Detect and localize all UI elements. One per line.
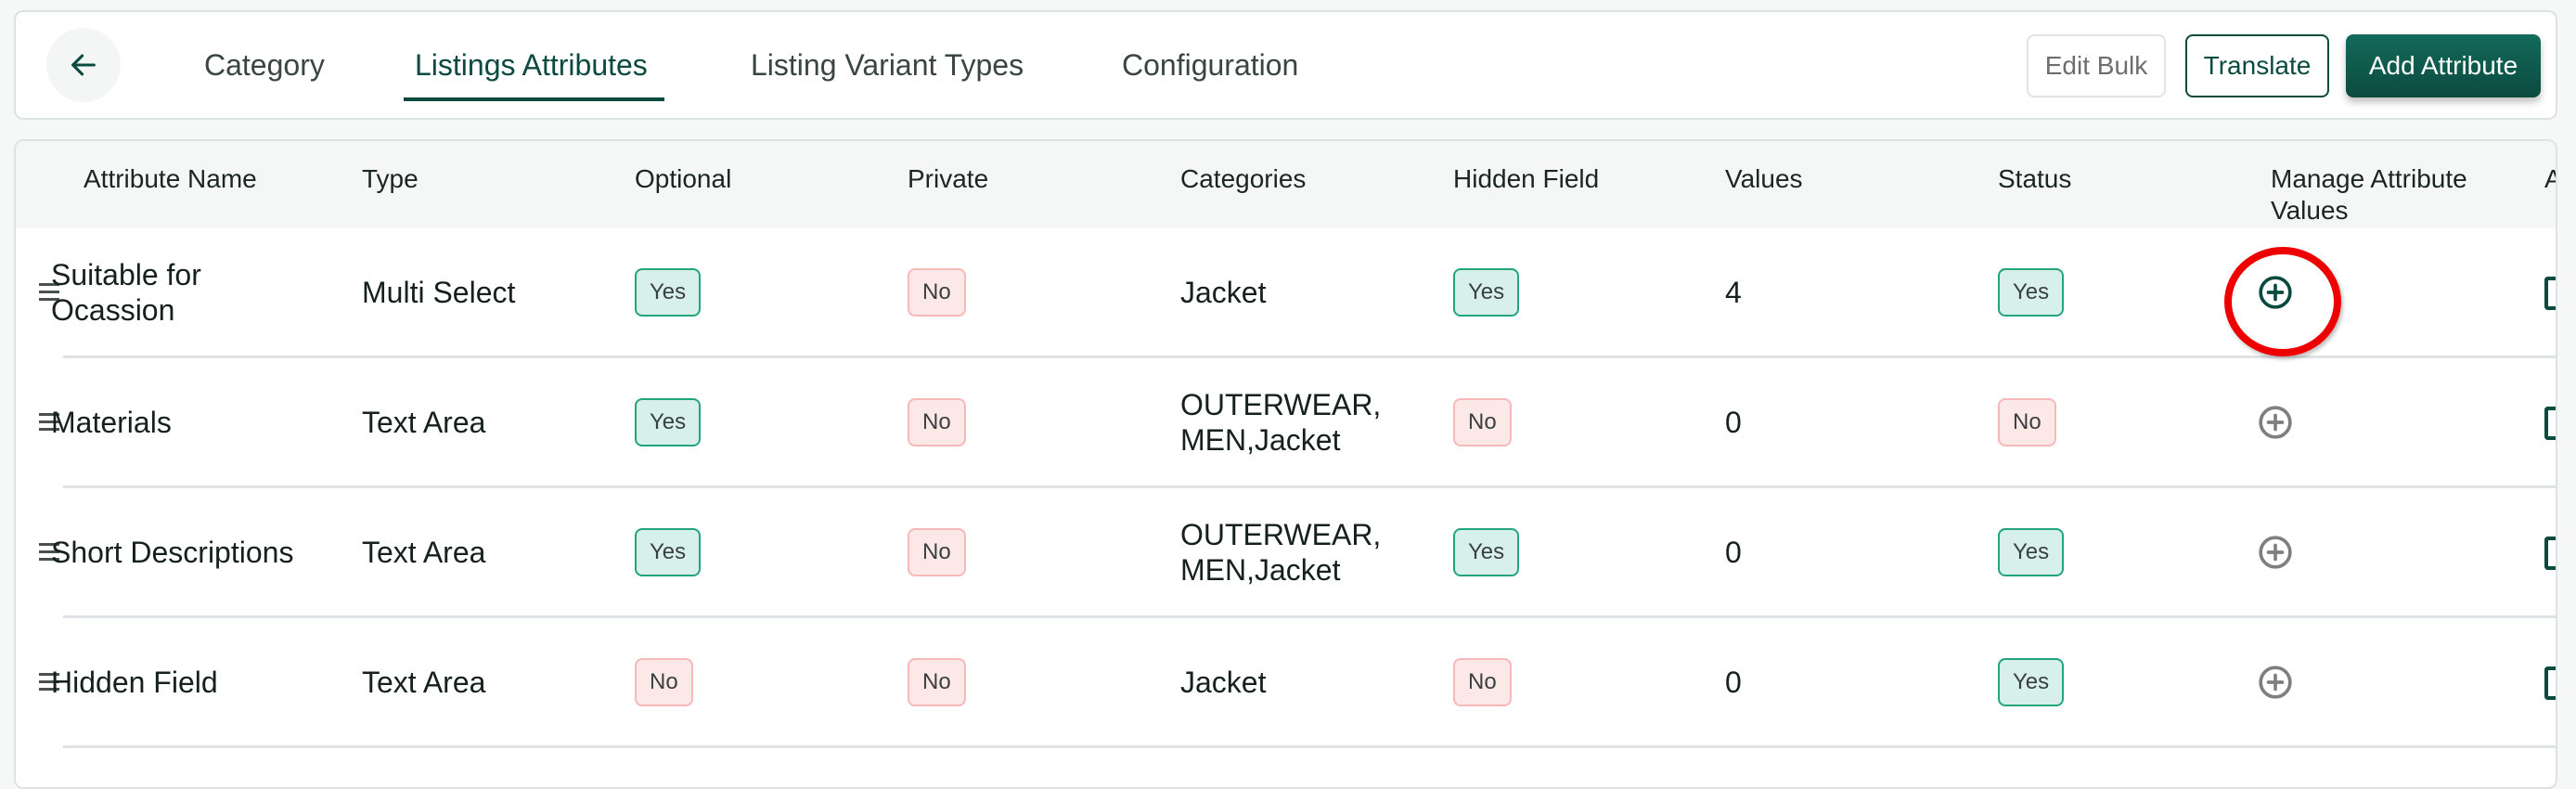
- categories: OUTERWEAR, MEN,Jacket: [1180, 517, 1382, 587]
- status-badge: Yes: [1998, 527, 2065, 576]
- optional-badge: Yes: [635, 397, 702, 446]
- edit-bulk-button[interactable]: Edit Bulk: [2027, 34, 2166, 97]
- optional-badge: No: [635, 657, 693, 706]
- status-badge: Yes: [1998, 267, 2065, 317]
- tab-listing-variant-types[interactable]: Listing Variant Types: [751, 12, 1024, 118]
- status-badge-cell: Yes: [1998, 618, 2065, 745]
- hidden-field-badge-cell: Yes: [1453, 488, 1520, 615]
- active-tab-indicator: [404, 97, 664, 101]
- translate-button[interactable]: Translate: [2185, 34, 2329, 97]
- categories: Jacket: [1180, 665, 1267, 699]
- column-header-categories[interactable]: Categories: [1180, 163, 1306, 195]
- optional-badge: Yes: [635, 267, 702, 317]
- private-badge: No: [908, 397, 966, 446]
- tab-label: Listing Variant Types: [751, 47, 1024, 82]
- column-header-hidden-field[interactable]: Hidden Field: [1453, 163, 1599, 195]
- attribute-name: Materials: [51, 405, 172, 439]
- attribute-name: Short Descriptions: [51, 535, 294, 569]
- hidden-field-badge-cell: No: [1453, 618, 1512, 745]
- private-badge: No: [908, 267, 966, 317]
- optional-badge-cell: Yes: [635, 358, 702, 485]
- categories: OUTERWEAR, MEN,Jacket: [1180, 387, 1382, 457]
- tab-listings-attributes[interactable]: Listings Attributes: [404, 12, 664, 118]
- add-attribute-button[interactable]: Add Attribute: [2346, 34, 2541, 97]
- arrow-left-icon: [71, 54, 96, 76]
- column-header-optional[interactable]: Optional: [635, 163, 731, 195]
- private-badge-cell: No: [908, 358, 966, 485]
- column-header-private[interactable]: Private: [908, 163, 988, 195]
- status-badge-cell: Yes: [1998, 488, 2065, 615]
- hidden-field-badge: Yes: [1453, 527, 1520, 576]
- attributes-table: Attribute Name Type Optional Private Cat…: [14, 139, 2557, 789]
- values-count: 4: [1725, 275, 1742, 309]
- private-badge-cell: No: [908, 618, 966, 745]
- column-header-attribute-name[interactable]: Attribute Name: [84, 163, 257, 195]
- edit-action-icon[interactable]: [2544, 277, 2556, 310]
- hidden-field-badge-cell: Yes: [1453, 228, 1520, 356]
- hidden-field-badge: No: [1453, 657, 1512, 706]
- plus-circle-icon[interactable]: [2257, 404, 2294, 441]
- edit-action-icon[interactable]: [2544, 407, 2556, 440]
- tab-label: Configuration: [1122, 47, 1299, 82]
- plus-circle-icon[interactable]: [2257, 534, 2294, 571]
- private-badge-cell: No: [908, 228, 966, 356]
- optional-badge-cell: No: [635, 618, 693, 745]
- hidden-field-badge: No: [1453, 397, 1512, 446]
- optional-badge: Yes: [635, 527, 702, 576]
- manage-values-cell: [2238, 228, 2312, 356]
- manage-values-cell: [2238, 618, 2312, 745]
- column-header-manage-attribute-values[interactable]: Manage Attribute Values: [2271, 163, 2531, 226]
- private-badge: No: [908, 657, 966, 706]
- attribute-type: Multi Select: [362, 275, 516, 309]
- attribute-type: Text Area: [362, 665, 486, 699]
- hidden-field-badge: Yes: [1453, 267, 1520, 317]
- plus-circle-icon[interactable]: [2257, 274, 2294, 311]
- tab-bar: Category Listings Attributes Listing Var…: [14, 10, 2557, 120]
- table-row: Materials Text Area Yes No OUTERWEAR, ME…: [16, 358, 2556, 488]
- plus-circle-icon[interactable]: [2257, 664, 2294, 701]
- optional-badge-cell: Yes: [635, 488, 702, 615]
- tab-label: Listings Attributes: [415, 47, 648, 82]
- column-header-values[interactable]: Values: [1725, 163, 1803, 195]
- row-divider: [63, 745, 2556, 748]
- optional-badge-cell: Yes: [635, 228, 702, 356]
- manage-values-cell: [2238, 488, 2312, 615]
- categories: Jacket: [1180, 275, 1267, 309]
- attribute-name: Suitable for Ocassion: [51, 257, 201, 327]
- tab-label: Category: [204, 47, 325, 82]
- table-header: Attribute Name Type Optional Private Cat…: [16, 141, 2556, 228]
- table-row: Short Descriptions Text Area Yes No OUTE…: [16, 488, 2556, 618]
- table-row: Suitable for Ocassion Multi Select Yes N…: [16, 228, 2556, 358]
- values-count: 0: [1725, 405, 1742, 439]
- tab-configuration[interactable]: Configuration: [1122, 12, 1298, 118]
- column-header-status[interactable]: Status: [1998, 163, 2071, 195]
- attribute-type: Text Area: [362, 535, 486, 569]
- status-badge-cell: No: [1998, 358, 2056, 485]
- status-badge-cell: Yes: [1998, 228, 2065, 356]
- status-badge: Yes: [1998, 657, 2065, 706]
- hidden-field-badge-cell: No: [1453, 358, 1512, 485]
- private-badge-cell: No: [908, 488, 966, 615]
- values-count: 0: [1725, 665, 1742, 699]
- back-button[interactable]: [46, 28, 121, 102]
- table-row: Hidden Field Text Area No No Jacket No 0…: [16, 618, 2556, 748]
- edit-action-icon[interactable]: [2544, 666, 2556, 700]
- tab-category[interactable]: Category: [204, 12, 325, 118]
- manage-values-cell: [2238, 358, 2312, 485]
- private-badge: No: [908, 527, 966, 576]
- column-header-type[interactable]: Type: [362, 163, 419, 195]
- values-count: 0: [1725, 535, 1742, 569]
- attribute-name: Hidden Field: [51, 665, 218, 699]
- edit-action-icon[interactable]: [2544, 537, 2556, 570]
- attribute-type: Text Area: [362, 405, 486, 439]
- status-badge: No: [1998, 397, 2056, 446]
- column-header-actions[interactable]: A: [2544, 163, 2556, 195]
